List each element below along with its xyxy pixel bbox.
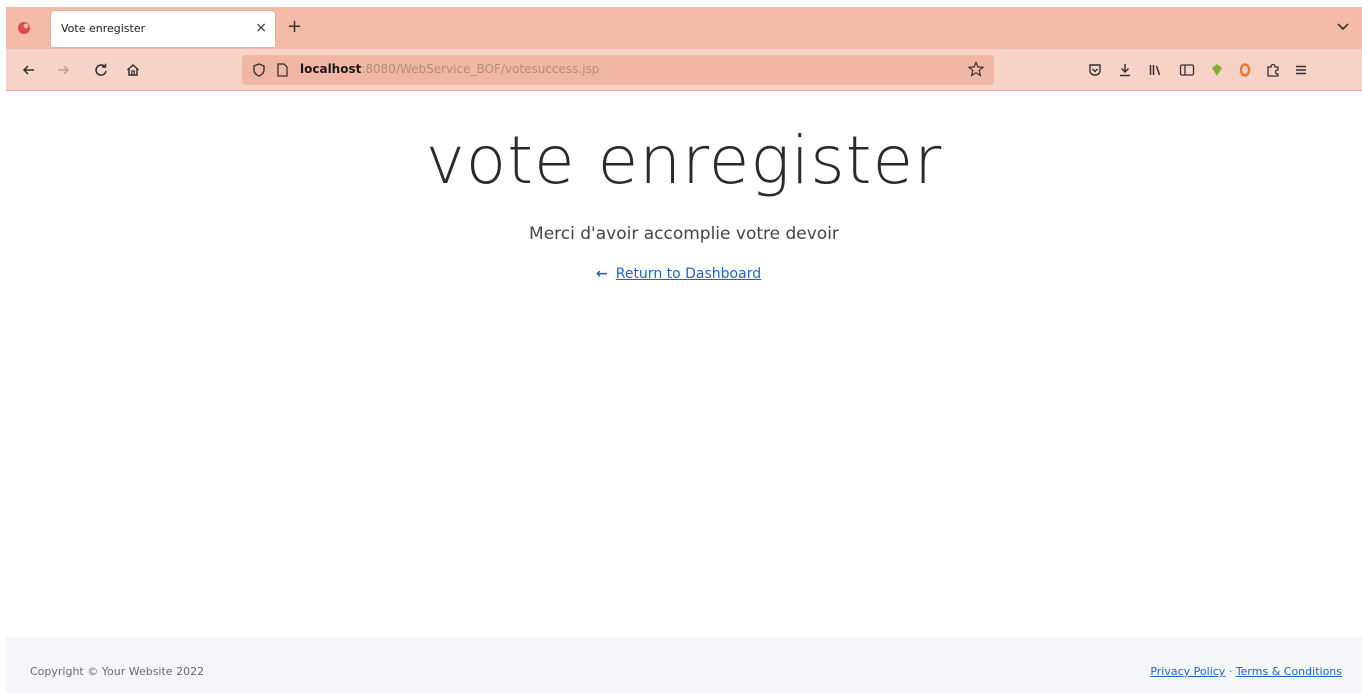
url-path: :8080/WebService_BOF/votesuccess.jsp [361, 62, 600, 76]
sidebar-button[interactable] [1176, 59, 1198, 81]
home-button[interactable] [122, 59, 144, 81]
puzzle-piece-icon [1267, 63, 1279, 77]
return-to-dashboard-label: Return to Dashboard [615, 266, 762, 282]
footer-separator: · [1228, 665, 1233, 678]
pocket-button[interactable] [1084, 59, 1106, 81]
library-button[interactable] [1144, 59, 1166, 81]
list-tabs-icon[interactable] [1336, 20, 1350, 34]
page-info-icon[interactable] [276, 63, 288, 77]
bookmark-star-icon[interactable] [968, 61, 984, 77]
address-bar[interactable]: localhost:8080/WebService_BOF/votesucces… [242, 55, 994, 85]
pocket-icon [1089, 64, 1101, 76]
extension-button-orange[interactable] [1234, 59, 1256, 81]
home-icon [126, 63, 140, 76]
back-arrow-icon [22, 65, 34, 75]
arrow-left-icon: ← [596, 266, 608, 282]
terms-conditions-link[interactable]: Terms & Conditions [1236, 665, 1342, 678]
orange-extension-icon [1239, 63, 1251, 77]
extension-button-green[interactable] [1206, 59, 1228, 81]
back-button[interactable] [18, 59, 40, 81]
url-host: localhost [300, 62, 362, 76]
reload-icon [95, 63, 107, 76]
page-footer: Copyright © Your Website 2022 Privacy Po… [6, 637, 1362, 693]
footer-links: Privacy Policy · Terms & Conditions [1150, 665, 1342, 678]
hamburger-menu-icon [1296, 65, 1306, 75]
privacy-policy-link[interactable]: Privacy Policy [1150, 665, 1225, 678]
tracking-protection-shield-icon[interactable] [252, 63, 266, 77]
navigation-toolbar: localhost:8080/WebService_BOF/votesucces… [6, 49, 1362, 91]
return-to-dashboard-link[interactable]: ← Return to Dashboard [596, 266, 761, 282]
tab-title: Vote enregister [61, 22, 146, 35]
app-menu-button[interactable] [1290, 59, 1312, 81]
green-extension-icon [1212, 64, 1222, 76]
page-heading: vote enregister [425, 122, 943, 199]
download-icon [1120, 64, 1130, 77]
tab-close-icon[interactable]: × [255, 20, 267, 36]
downloads-button[interactable] [1114, 59, 1136, 81]
reload-button[interactable] [90, 59, 112, 81]
sidebar-icon [1179, 64, 1195, 76]
browser-tab[interactable]: Vote enregister × [51, 11, 275, 47]
page-subtitle: Merci d'avoir accomplie votre devoir [529, 224, 839, 244]
new-tab-button[interactable]: + [287, 16, 302, 37]
copyright-text: Copyright © Your Website 2022 [30, 665, 205, 678]
library-icon [1149, 65, 1161, 76]
page-content: vote enregister Merci d'avoir accomplie … [6, 92, 1362, 637]
firefox-view-icon[interactable] [16, 20, 32, 36]
forward-button[interactable] [52, 59, 74, 81]
forward-arrow-icon [58, 65, 70, 75]
url-text: localhost:8080/WebService_BOF/votesucces… [300, 62, 599, 76]
extensions-button[interactable] [1262, 59, 1284, 81]
tab-strip: Vote enregister × + [6, 7, 1362, 49]
